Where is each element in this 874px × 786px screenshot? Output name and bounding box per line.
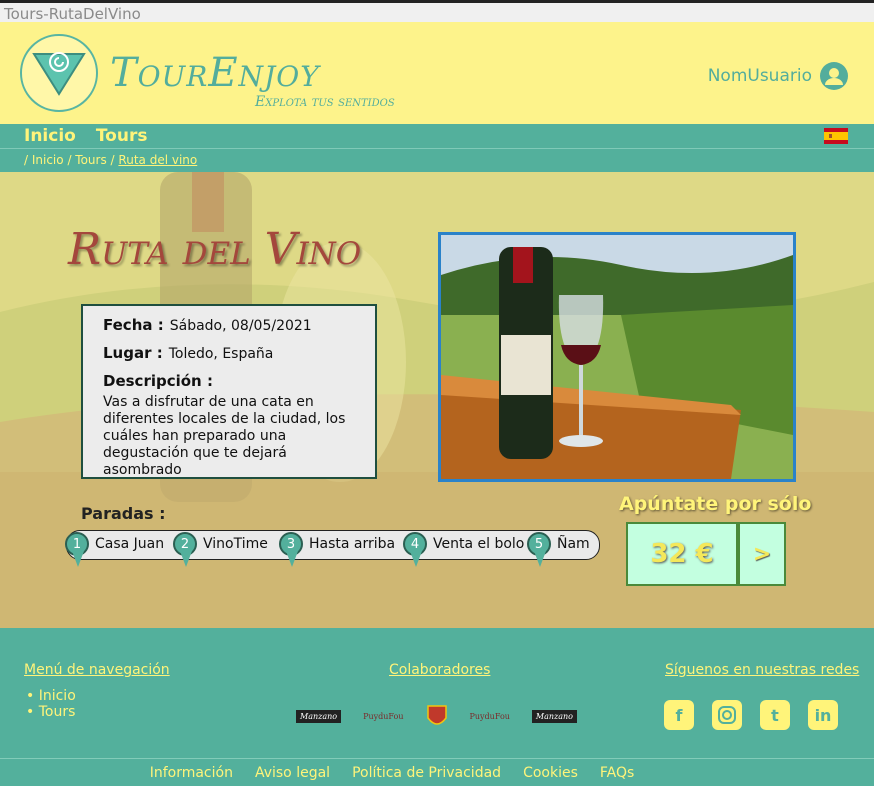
window-title: Tours-RutaDelVino — [0, 0, 874, 23]
lugar-value: Toledo, España — [168, 346, 274, 362]
hero-section: Ruta del Vino Fecha : Sábado, 08/05/2021 … — [0, 172, 874, 628]
footer-bottom-links: Información Aviso legal Política de Priv… — [0, 758, 874, 786]
cta-label: Apúntate por sólo — [619, 493, 812, 515]
tour-title: Ruta del Vino — [68, 224, 362, 275]
breadcrumb-current[interactable]: Ruta del vino — [118, 153, 197, 167]
stop-1[interactable]: 1 Casa Juan — [65, 529, 165, 567]
footer-link-privacidad[interactable]: Política de Privacidad — [352, 765, 501, 781]
footer-nav-list: Inicio Tours — [26, 688, 76, 720]
stop-2[interactable]: 2 VinoTime — [173, 529, 268, 567]
brand-tagline: Explota tus sentidos — [255, 94, 395, 110]
stop-name: Casa Juan — [95, 536, 165, 552]
partner-logo[interactable]: PuyduFou — [470, 712, 510, 721]
main-nav: Inicio Tours — [0, 124, 874, 148]
stop-4[interactable]: 4 Venta el bolo — [403, 529, 525, 567]
partner-logos: Manzano PuyduFou PuyduFou Manzano — [296, 702, 577, 730]
stop-name: Venta el bolo — [433, 536, 525, 552]
footer-social-title[interactable]: Síguenos en nuestras redes — [665, 662, 859, 678]
breadcrumb: / Inicio / Tours / Ruta del vino — [0, 148, 874, 172]
map-pin-icon: 1 — [65, 532, 89, 567]
tour-photo — [438, 232, 796, 482]
social-icons: f t in — [664, 700, 838, 730]
logo-icon[interactable] — [20, 34, 98, 112]
partner-logo[interactable]: Manzano — [296, 709, 342, 723]
descripcion-label: Descripción : — [103, 372, 213, 390]
coat-of-arms-icon[interactable] — [426, 702, 448, 730]
breadcrumb-sep: / — [110, 153, 115, 167]
breadcrumb-tours[interactable]: / Tours — [67, 153, 106, 167]
book-arrow-button[interactable]: > — [738, 522, 786, 586]
partner-logo[interactable]: Manzano — [531, 709, 577, 723]
footer-link-informacion[interactable]: Información — [150, 765, 233, 781]
stop-name: Hasta arriba — [309, 536, 396, 552]
fecha-label: Fecha : — [103, 316, 164, 334]
nav-item-inicio[interactable]: Inicio — [24, 126, 76, 146]
brand-name: TourEnjoy — [110, 50, 320, 96]
user-menu[interactable]: NomUsuario — [708, 62, 848, 90]
twitter-icon[interactable]: t — [760, 700, 790, 730]
user-avatar-icon[interactable] — [820, 62, 848, 90]
map-pin-icon: 2 — [173, 532, 197, 567]
spain-flag-icon[interactable] — [824, 128, 848, 144]
footer-collab-title[interactable]: Colaboradores — [389, 662, 490, 678]
descripcion-text: Vas a disfrutar de una cata en diferente… — [103, 394, 346, 478]
footer-nav-title[interactable]: Menú de navegación — [24, 662, 170, 678]
site-header: TourEnjoy Explota tus sentidos NomUsuari… — [0, 22, 874, 124]
map-pin-icon: 5 — [527, 532, 551, 567]
facebook-icon[interactable]: f — [664, 700, 694, 730]
stop-name: Ñam — [557, 536, 590, 552]
map-pin-icon: 3 — [279, 532, 303, 567]
lugar-label: Lugar : — [103, 344, 163, 362]
paradas-label: Paradas : — [81, 504, 166, 523]
stop-5[interactable]: 5 Ñam — [527, 529, 590, 567]
stop-3[interactable]: 3 Hasta arriba — [279, 529, 396, 567]
linkedin-icon[interactable]: in — [808, 700, 838, 730]
instagram-icon[interactable] — [712, 700, 742, 730]
footer-nav-item[interactable]: Inicio — [26, 688, 76, 704]
footer-link-faqs[interactable]: FAQs — [600, 765, 634, 781]
fecha-value: Sábado, 08/05/2021 — [169, 318, 312, 334]
partner-logo[interactable]: PuyduFou — [363, 712, 403, 721]
footer-link-cookies[interactable]: Cookies — [523, 765, 578, 781]
footer-link-aviso-legal[interactable]: Aviso legal — [255, 765, 330, 781]
map-pin-icon: 4 — [403, 532, 427, 567]
breadcrumb-inicio[interactable]: / Inicio — [24, 153, 64, 167]
user-name: NomUsuario — [707, 66, 812, 86]
site-footer: Menú de navegación Inicio Tours Colabora… — [0, 628, 874, 786]
nav-item-tours[interactable]: Tours — [96, 126, 148, 146]
footer-nav-item[interactable]: Tours — [26, 704, 76, 720]
tour-info-card: Fecha : Sábado, 08/05/2021 Lugar : Toledo,… — [81, 304, 377, 479]
stops-track: 1 Casa Juan 2 VinoTime 3 Hasta arriba 4 Vent… — [65, 529, 600, 567]
price-button[interactable]: 32 € — [626, 522, 738, 586]
stop-name: VinoTime — [203, 536, 268, 552]
